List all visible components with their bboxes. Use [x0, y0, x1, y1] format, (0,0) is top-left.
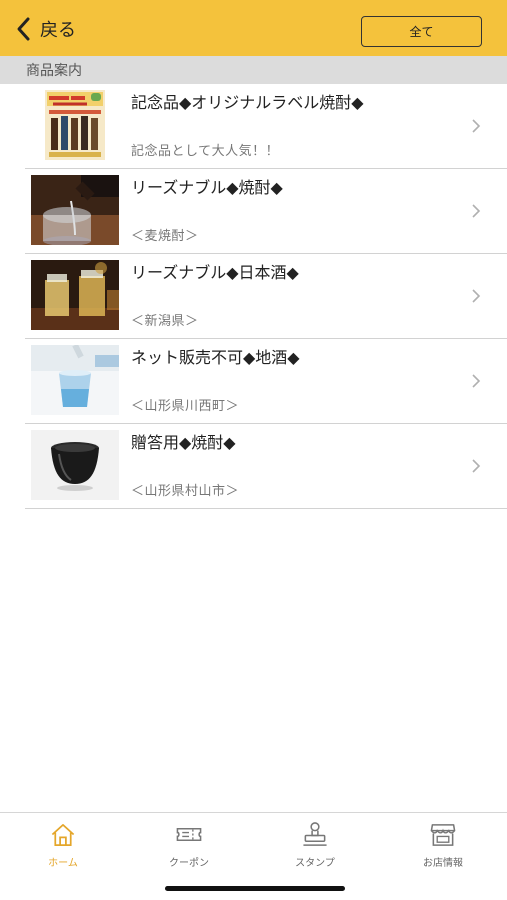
- black-cup-photo-image: [31, 430, 119, 500]
- product-title: リーズナブル◆日本酒◆: [131, 263, 299, 282]
- product-subtitle: ＜麦焼酎＞: [131, 229, 199, 244]
- product-title: リーズナブル◆焼酎◆: [131, 178, 283, 197]
- product-list: 記念品◆オリジナルラベル焼酎◆ 記念品として大人気！！ リーズナブル◆焼酎◆ ＜…: [0, 84, 507, 509]
- tab-home[interactable]: ホーム: [0, 821, 126, 869]
- tab-stamp[interactable]: スタンプ: [252, 821, 378, 869]
- tab-label: クーポン: [169, 858, 209, 869]
- tab-shop-info[interactable]: お店情報: [380, 821, 506, 869]
- product-title: 贈答用◆焼酎◆: [131, 433, 236, 452]
- blue-glass-photo-image: [31, 345, 119, 415]
- chevron-right-icon: [472, 459, 481, 473]
- chevron-right-icon: [472, 119, 481, 133]
- tab-label: ホーム: [48, 858, 78, 869]
- section-title: 商品案内: [26, 63, 82, 79]
- stamp-icon: [303, 822, 327, 846]
- coupon-icon: [176, 827, 202, 842]
- back-button[interactable]: 戻る: [14, 14, 76, 44]
- product-subtitle: ＜山形県村山市＞: [131, 484, 240, 499]
- product-subtitle: 記念品として大人気！！: [131, 144, 280, 159]
- product-item-reasonable-sake[interactable]: リーズナブル◆日本酒◆ ＜新潟県＞: [25, 254, 507, 339]
- tab-label: スタンプ: [295, 858, 335, 869]
- chevron-right-icon: [472, 289, 481, 303]
- product-item-gift-shochu[interactable]: 贈答用◆焼酎◆ ＜山形県村山市＞: [25, 424, 507, 509]
- app-header: 戻る 全て: [0, 0, 507, 56]
- product-item-reasonable-shochu[interactable]: リーズナブル◆焼酎◆ ＜麦焼酎＞: [25, 169, 507, 254]
- product-subtitle: ＜新潟県＞: [131, 314, 199, 329]
- pouring-glass-photo-image: [31, 175, 119, 245]
- product-item-local-sake[interactable]: ネット販売不可◆地酒◆ ＜山形県川西町＞: [25, 339, 507, 424]
- section-header: 商品案内: [0, 56, 507, 84]
- chevron-left-icon: [17, 17, 30, 41]
- product-title: 記念品◆オリジナルラベル焼酎◆: [131, 93, 364, 112]
- home-icon: [51, 823, 75, 846]
- chevron-right-icon: [472, 374, 481, 388]
- tab-coupon[interactable]: クーポン: [126, 821, 252, 869]
- shop-icon: [430, 824, 456, 846]
- home-indicator[interactable]: [165, 886, 345, 891]
- product-item-original-label[interactable]: 記念品◆オリジナルラベル焼酎◆ 記念品として大人気！！: [25, 84, 507, 169]
- chevron-right-icon: [472, 204, 481, 218]
- product-subtitle: ＜山形県川西町＞: [131, 399, 240, 414]
- product-title: ネット販売不可◆地酒◆: [131, 348, 300, 367]
- tab-label: お店情報: [423, 858, 463, 869]
- original-label-poster-image: [31, 90, 119, 160]
- back-label: 戻る: [40, 20, 76, 41]
- toasting-glasses-photo-image: [31, 260, 119, 330]
- all-button[interactable]: 全て: [361, 16, 482, 47]
